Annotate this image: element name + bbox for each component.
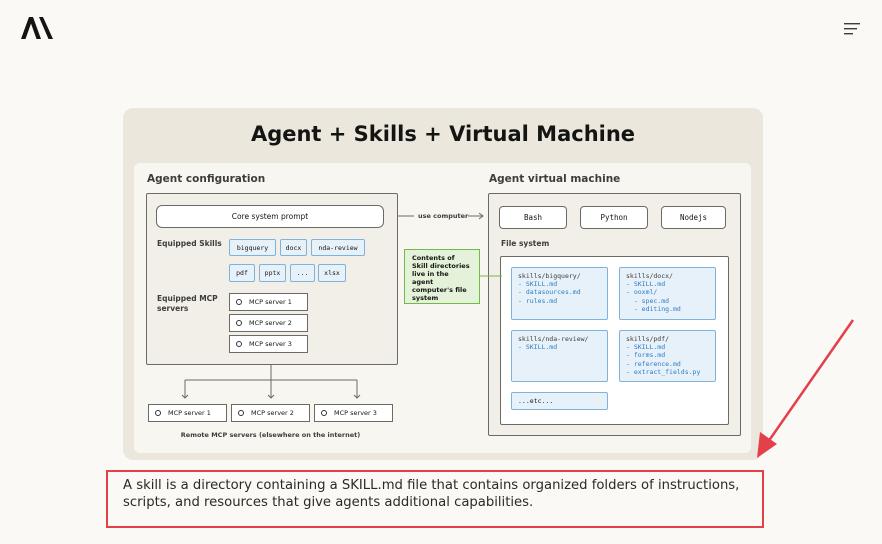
figure-caption: A skill is a directory containing a SKIL… <box>123 478 740 510</box>
connector-overlay <box>181 212 855 458</box>
caption-highlight-box: A skill is a directory containing a SKIL… <box>106 470 764 528</box>
red-annotation-arrow <box>757 319 855 458</box>
